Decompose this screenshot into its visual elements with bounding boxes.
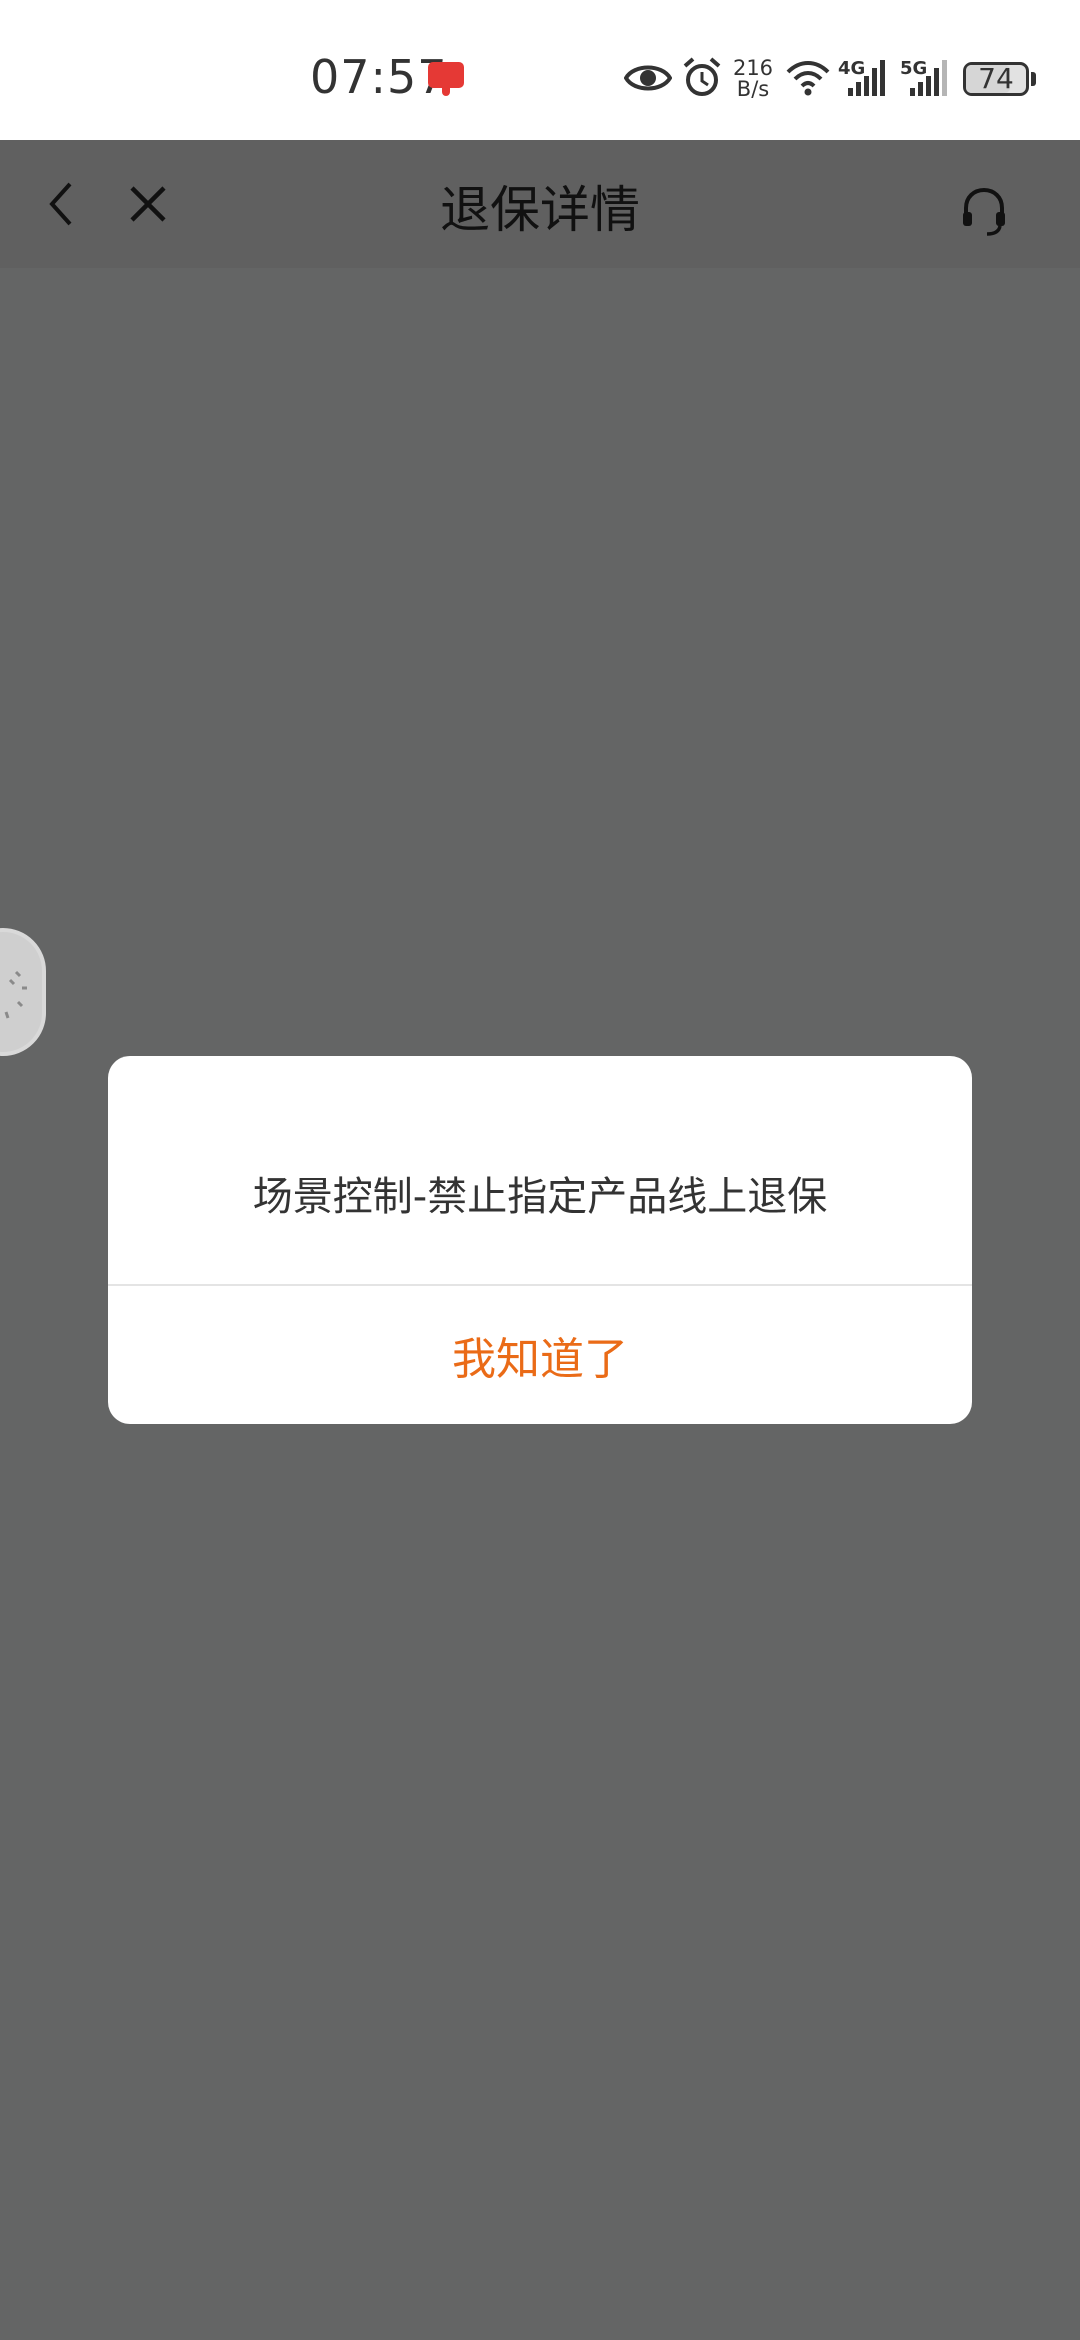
battery-percentage: 74 (978, 62, 1014, 95)
wifi-icon (786, 61, 830, 96)
page-title: 退保详情 (440, 181, 640, 239)
status-time: 07:57 (310, 50, 448, 104)
page-header: 退保详情 (0, 140, 1080, 268)
acknowledge-button[interactable]: 我知道了 (108, 1286, 972, 1424)
customer-service-button[interactable] (944, 172, 1024, 252)
headset-icon (963, 187, 1005, 236)
network-speed-value: 216 (732, 56, 774, 80)
dialog-message: 场景控制-禁止指定产品线上退保 (252, 1174, 828, 1220)
battery-icon: 74 (963, 62, 1029, 96)
alert-dialog: 场景控制-禁止指定产品线上退保 我知道了 (108, 1056, 972, 1424)
status-bar: 07:57 216 B/s 4G 5G 74 (0, 0, 1080, 140)
alarm-icon (683, 57, 721, 96)
battery-cap (1031, 72, 1036, 86)
clock-icon (4, 970, 27, 1019)
signal-strength-icon (848, 60, 885, 96)
eye-icon (624, 65, 672, 91)
app-notification-icon (428, 62, 464, 96)
network-speed: 216 B/s (732, 58, 774, 100)
signal-strength-icon-2 (910, 60, 947, 96)
floating-widget[interactable] (0, 928, 46, 1056)
network-speed-unit: B/s (736, 77, 770, 101)
